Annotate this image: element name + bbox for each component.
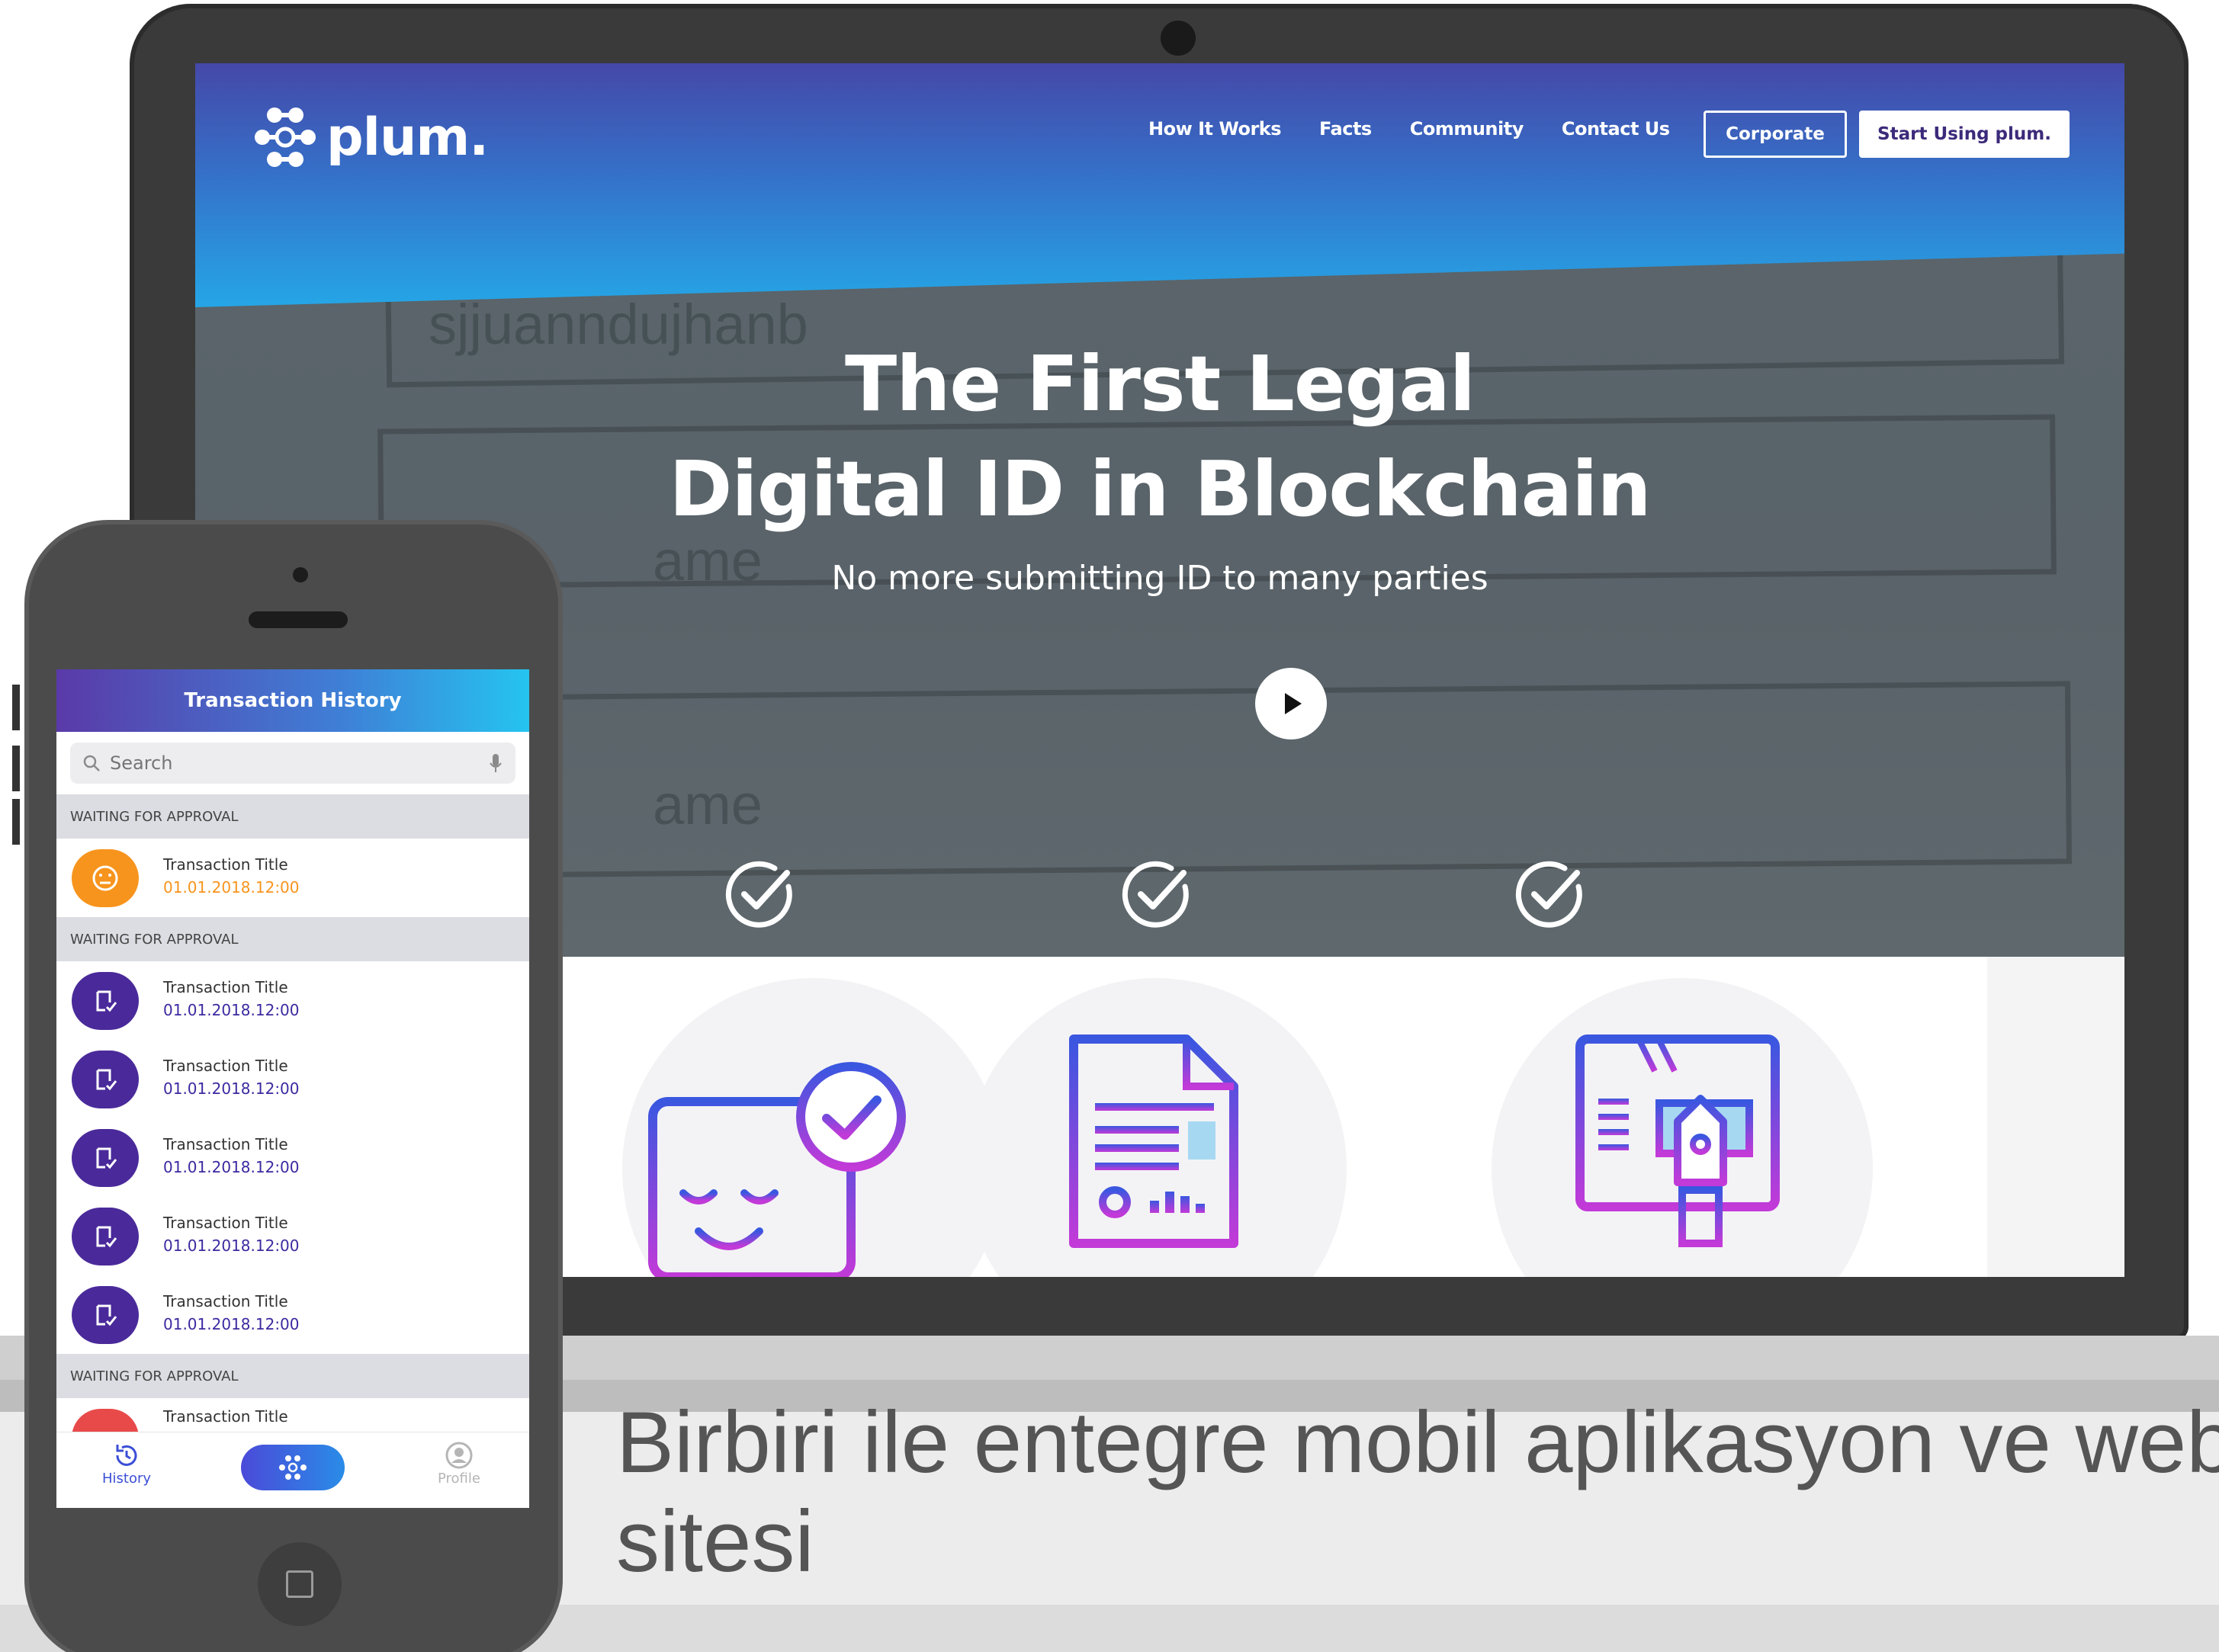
nav-community[interactable]: Community bbox=[1410, 118, 1524, 140]
tab-home-button[interactable] bbox=[241, 1445, 345, 1490]
search-bar[interactable] bbox=[70, 743, 515, 784]
approved-document-icon bbox=[72, 1129, 139, 1187]
app-header-title: Transaction History bbox=[56, 669, 529, 732]
transaction-title: Transaction Title bbox=[163, 1135, 288, 1153]
nav-contact-us[interactable]: Contact Us bbox=[1562, 118, 1670, 140]
play-icon bbox=[1285, 693, 1302, 714]
app-screen: Transaction History WAITING FOR APPROVAL bbox=[56, 669, 529, 1508]
site-logo[interactable]: plum. bbox=[255, 103, 489, 172]
certificate-pen-icon bbox=[1575, 1035, 1780, 1247]
tab-history[interactable]: History bbox=[102, 1440, 151, 1487]
approved-document-icon bbox=[72, 1051, 139, 1108]
phone-side-button bbox=[12, 746, 20, 791]
phone-home-button[interactable] bbox=[258, 1542, 342, 1626]
tab-history-label: History bbox=[102, 1471, 152, 1487]
transaction-date: 01.01.2018.12:00 bbox=[163, 1315, 300, 1333]
transaction-row[interactable]: Transaction Title 01.01.2018.12:00 bbox=[56, 839, 529, 917]
corporate-button[interactable]: Corporate bbox=[1704, 111, 1847, 158]
play-button[interactable] bbox=[1255, 668, 1327, 739]
check-circle-icon bbox=[725, 861, 792, 928]
transaction-row[interactable]: Transaction Title 01.01.2018.12:00 bbox=[56, 961, 529, 1040]
app-tab-bar: History Profile bbox=[56, 1432, 529, 1508]
profile-icon bbox=[445, 1442, 473, 1469]
transaction-date: 01.01.2018.12:00 bbox=[163, 1001, 300, 1019]
transaction-title: Transaction Title bbox=[163, 1407, 288, 1426]
search-input[interactable] bbox=[110, 752, 479, 774]
laptop-camera bbox=[1161, 21, 1196, 56]
pending-status-icon bbox=[72, 849, 139, 907]
tab-profile-label: Profile bbox=[438, 1471, 480, 1487]
transaction-row[interactable]: Transaction Title bbox=[56, 1398, 529, 1432]
background-form-word: ame bbox=[653, 773, 763, 836]
section-header: WAITING FOR APPROVAL bbox=[56, 794, 529, 839]
transaction-row[interactable]: Transaction Title 01.01.2018.12:00 bbox=[56, 1275, 529, 1354]
plum-logo-icon bbox=[255, 107, 316, 167]
phone-side-button bbox=[12, 685, 20, 730]
plum-logo-icon bbox=[279, 1455, 307, 1480]
approved-document-icon bbox=[72, 1208, 139, 1265]
phone-camera bbox=[293, 567, 308, 582]
section-header: WAITING FOR APPROVAL bbox=[56, 1354, 529, 1398]
rejected-status-icon bbox=[72, 1409, 139, 1432]
transaction-date: 01.01.2018.12:00 bbox=[163, 1079, 300, 1098]
hero-title-line1: The First Legal bbox=[845, 339, 1476, 428]
transaction-title: Transaction Title bbox=[163, 1292, 288, 1310]
transaction-row[interactable]: Transaction Title 01.01.2018.12:00 bbox=[56, 1118, 529, 1197]
approved-document-icon bbox=[72, 1286, 139, 1344]
transaction-row[interactable]: Transaction Title 01.01.2018.12:00 bbox=[56, 1040, 529, 1118]
tab-profile[interactable]: Profile bbox=[438, 1440, 480, 1487]
transaction-title: Transaction Title bbox=[163, 1214, 288, 1232]
nav-facts[interactable]: Facts bbox=[1319, 118, 1372, 140]
history-icon bbox=[116, 1445, 137, 1466]
section-edge bbox=[1987, 957, 2124, 1277]
nav-links: How It Works Facts Community Contact Us bbox=[1148, 118, 1670, 140]
transaction-title: Transaction Title bbox=[163, 978, 288, 996]
verified-face-icon bbox=[648, 1062, 906, 1277]
nav-how-it-works[interactable]: How It Works bbox=[1148, 118, 1282, 140]
approved-document-icon bbox=[72, 972, 139, 1030]
transaction-date: 01.01.2018.12:00 bbox=[163, 1158, 300, 1176]
start-using-button[interactable]: Start Using plum. bbox=[1859, 111, 2070, 158]
form-field-box bbox=[377, 681, 2073, 879]
phone-speaker bbox=[249, 611, 348, 628]
phone-side-button bbox=[12, 799, 20, 845]
transaction-date: 01.01.2018.12:00 bbox=[163, 1237, 300, 1255]
hero-title: The First Legal Digital ID in Blockchain bbox=[195, 332, 2124, 542]
search-icon bbox=[83, 755, 100, 771]
microphone-icon[interactable] bbox=[488, 752, 503, 774]
transaction-date: 01.01.2018.12:00 bbox=[163, 878, 300, 897]
check-circle-icon bbox=[1515, 861, 1582, 928]
phone-frame: Transaction History WAITING FOR APPROVAL bbox=[12, 520, 563, 1652]
transaction-row[interactable]: Transaction Title 01.01.2018.12:00 bbox=[56, 1197, 529, 1275]
brand-name: plum. bbox=[326, 107, 489, 168]
caption-text: Birbiri ile entegre mobil aplikasyon ve … bbox=[616, 1394, 2219, 1590]
transaction-title: Transaction Title bbox=[163, 855, 288, 874]
check-circle-icon bbox=[1122, 861, 1189, 928]
document-icon bbox=[1069, 1035, 1238, 1248]
transaction-title: Transaction Title bbox=[163, 1057, 288, 1075]
section-header: WAITING FOR APPROVAL bbox=[56, 917, 529, 961]
